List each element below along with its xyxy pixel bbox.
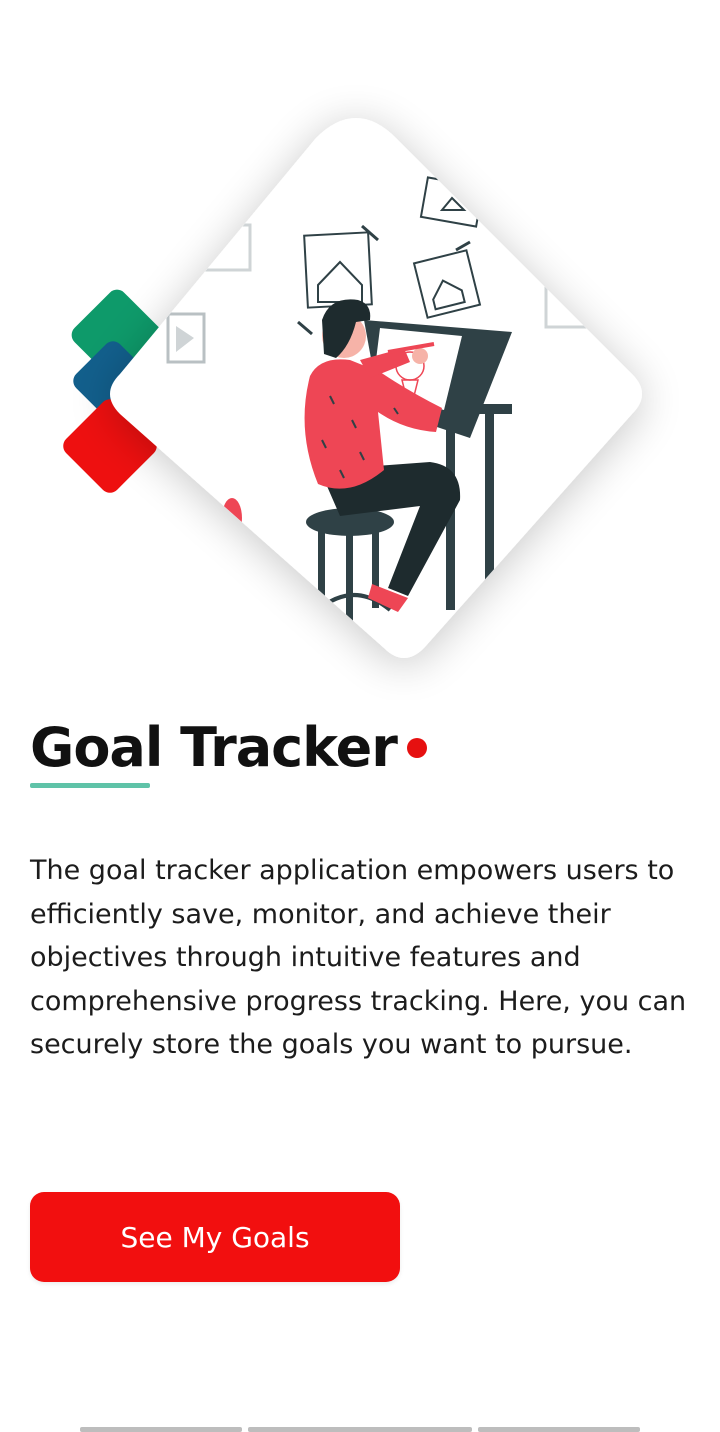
hero-section [0,0,720,700]
gesture-bar-segment-2 [248,1427,472,1432]
gesture-bar-segment-3 [478,1427,640,1432]
title-row: Goal Tracker [30,712,427,792]
see-my-goals-button[interactable]: See My Goals [30,1192,400,1282]
app-description: The goal tracker application empowers us… [30,855,687,1060]
hero-illustration [63,118,642,658]
page-title: Goal Tracker [30,716,398,779]
title-underline [30,783,150,788]
red-dot-icon [406,738,427,758]
gesture-bar-segment-1 [80,1427,242,1432]
